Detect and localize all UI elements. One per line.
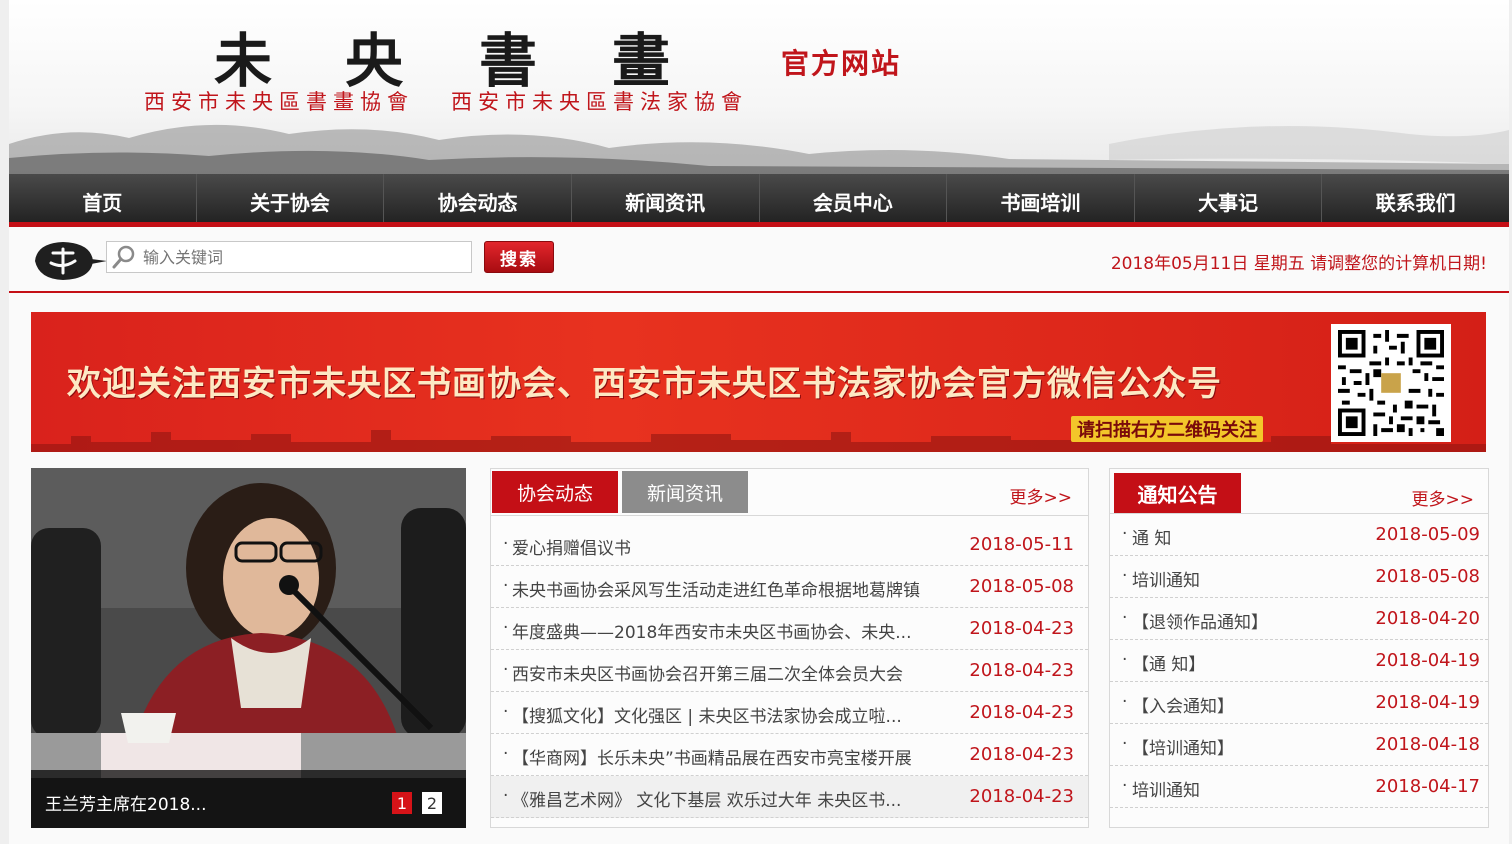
- current-date-text: 2018年05月11日 星期五 请调整您的计算机日期!: [1110, 254, 1487, 274]
- slider-caption[interactable]: 王兰芳主席在2018...: [45, 790, 206, 815]
- news-date: 2018-04-23: [969, 702, 1074, 723]
- notice-item-date: 2018-05-09: [1375, 524, 1480, 545]
- notice-item-title[interactable]: 【通 知】: [1132, 650, 1205, 675]
- news-title[interactable]: 年度盛典——2018年西安市未央区书画协会、未央...: [512, 618, 911, 643]
- nav-item-news[interactable]: 新闻资讯: [572, 174, 760, 222]
- page: 未 央 書 畫 官方网站 西安市未央區書畫協會 西安市未央區書法家協會 首页 关…: [9, 0, 1509, 844]
- nav-item-events[interactable]: 大事记: [1135, 174, 1323, 222]
- news-row[interactable]: · 未央书画协会采风写生活动走进红色革命根据地葛牌镇 2018-05-08: [491, 566, 1088, 608]
- notice-item-date: 2018-04-20: [1375, 608, 1480, 629]
- notice-item-date: 2018-04-17: [1375, 776, 1480, 797]
- news-date: 2018-04-23: [969, 618, 1074, 639]
- news-row[interactable]: · 《雅昌艺术网》 文化下基层 欢乐过大年 未央区书... 2018-04-23: [491, 776, 1088, 818]
- notice-item-date: 2018-05-08: [1375, 566, 1480, 587]
- nav-item-contact[interactable]: 联系我们: [1322, 174, 1509, 222]
- city-skyline-decoration: [31, 430, 1486, 452]
- nav-item-about[interactable]: 关于协会: [197, 174, 385, 222]
- notice-panel: 通知公告 更多>> · 通 知 2018-05-09 · 培训通知 2018-05-08…: [1109, 468, 1489, 828]
- news-more-link[interactable]: 更多>>: [1010, 483, 1073, 508]
- news-row[interactable]: · 【搜狐文化】文化强区 | 未央区书法家协会成立啦... 2018-04-23: [491, 692, 1088, 734]
- news-title[interactable]: 西安市未央区书画协会召开第三届二次全体会员大会: [512, 660, 903, 685]
- news-row[interactable]: · 年度盛典——2018年西安市未央区书画协会、未央... 2018-04-23: [491, 608, 1088, 650]
- slider-page-1[interactable]: 1: [392, 792, 412, 814]
- news-title[interactable]: 未央书画协会采风写生活动走进红色革命根据地葛牌镇: [512, 576, 920, 601]
- news-row[interactable]: · 【华商网】长乐未央”书画精品展在西安市亮宝楼开展 2018-04-23: [491, 734, 1088, 776]
- slider-caption-bar: 王兰芳主席在2018... 1 2: [31, 770, 466, 828]
- site-header: 未 央 書 畫 官方网站 西安市未央區書畫協會 西安市未央區書法家協會: [9, 0, 1509, 174]
- search-button[interactable]: 搜索: [484, 241, 554, 273]
- search-bar: 搜索 2018年05月11日 星期五 请调整您的计算机日期!: [9, 227, 1509, 293]
- tab-news[interactable]: 新闻资讯: [622, 471, 748, 513]
- news-date: 2018-04-23: [969, 660, 1074, 681]
- wechat-banner[interactable]: 欢迎关注西安市未央区书画协会、西安市未央区书法家协会官方微信公众号 请扫描右方二…: [31, 312, 1486, 452]
- nav-item-training[interactable]: 书画培训: [947, 174, 1135, 222]
- news-title[interactable]: 【华商网】长乐未央”书画精品展在西安市亮宝楼开展: [512, 744, 912, 769]
- news-tabs: 协会动态 新闻资讯 更多>>: [491, 469, 1088, 516]
- notice-item-title[interactable]: 通 知: [1132, 524, 1171, 549]
- notice-row[interactable]: · 【培训通知】 2018-04-18: [1110, 724, 1488, 766]
- notice-item-date: 2018-04-19: [1375, 692, 1480, 713]
- news-date: 2018-05-11: [969, 534, 1074, 555]
- notice-row[interactable]: · 【入会通知】 2018-04-19: [1110, 682, 1488, 724]
- main-nav: 首页 关于协会 协会动态 新闻资讯 会员中心 书画培训 大事记 联系我们: [9, 174, 1509, 227]
- news-panel: 协会动态 新闻资讯 更多>> · 爱心捐赠倡议书 2018-05-11 · 未央书画协…: [490, 468, 1089, 828]
- banner-text: 欢迎关注西安市未央区书画协会、西安市未央区书法家协会官方微信公众号: [67, 364, 1222, 404]
- news-date: 2018-04-23: [969, 744, 1074, 765]
- notice-row[interactable]: · 【退领作品通知】 2018-04-20: [1110, 598, 1488, 640]
- official-site-label: 官方网站: [781, 47, 902, 80]
- banner-subtext: 请扫描右方二维码关注: [1071, 416, 1263, 442]
- news-date: 2018-05-08: [969, 576, 1074, 597]
- search-icon: [107, 242, 141, 272]
- notice-item-date: 2018-04-19: [1375, 650, 1480, 671]
- nav-item-association-news[interactable]: 协会动态: [384, 174, 572, 222]
- slider-page-2[interactable]: 2: [422, 792, 442, 814]
- notice-item-title[interactable]: 【退领作品通知】: [1132, 608, 1268, 633]
- news-title[interactable]: 《雅昌艺术网》 文化下基层 欢乐过大年 未央区书...: [512, 786, 901, 811]
- notice-row[interactable]: · 培训通知 2018-04-17: [1110, 766, 1488, 808]
- seal-logo-icon: [35, 242, 107, 280]
- notice-item-title[interactable]: 培训通知: [1132, 776, 1200, 801]
- notice-more-link[interactable]: 更多>>: [1412, 485, 1475, 510]
- subtitle-painting-association: 西安市未央區書畫協會: [144, 90, 414, 114]
- notice-item-date: 2018-04-18: [1375, 734, 1480, 755]
- news-row[interactable]: · 西安市未央区书画协会召开第三届二次全体会员大会 2018-04-23: [491, 650, 1088, 692]
- notice-row[interactable]: · 通 知 2018-05-09: [1110, 514, 1488, 556]
- notice-title[interactable]: 通知公告: [1114, 473, 1241, 513]
- news-title[interactable]: 【搜狐文化】文化强区 | 未央区书法家协会成立啦...: [512, 702, 902, 727]
- photo-slider[interactable]: 王兰芳主席在2018... 1 2: [31, 468, 466, 828]
- notice-row[interactable]: · 培训通知 2018-05-08: [1110, 556, 1488, 598]
- news-title[interactable]: 爱心捐赠倡议书: [512, 534, 631, 559]
- search-input[interactable]: [141, 246, 465, 268]
- search-box: [106, 241, 472, 273]
- nav-item-home[interactable]: 首页: [9, 174, 197, 222]
- notice-item-title[interactable]: 【入会通知】: [1132, 692, 1234, 717]
- notice-item-title[interactable]: 【培训通知】: [1132, 734, 1234, 759]
- notice-row[interactable]: · 【通 知】 2018-04-19: [1110, 640, 1488, 682]
- notice-header: 通知公告 更多>>: [1110, 469, 1488, 514]
- news-date: 2018-04-23: [969, 786, 1074, 807]
- subtitle-calligraphy-association: 西安市未央區書法家協會: [451, 90, 748, 114]
- notice-item-title[interactable]: 培训通知: [1132, 566, 1200, 591]
- wechat-qr-code: [1331, 324, 1451, 442]
- nav-item-members[interactable]: 会员中心: [760, 174, 948, 222]
- news-row[interactable]: · 爱心捐赠倡议书 2018-05-11: [491, 524, 1088, 566]
- tab-association-news[interactable]: 协会动态: [492, 471, 618, 513]
